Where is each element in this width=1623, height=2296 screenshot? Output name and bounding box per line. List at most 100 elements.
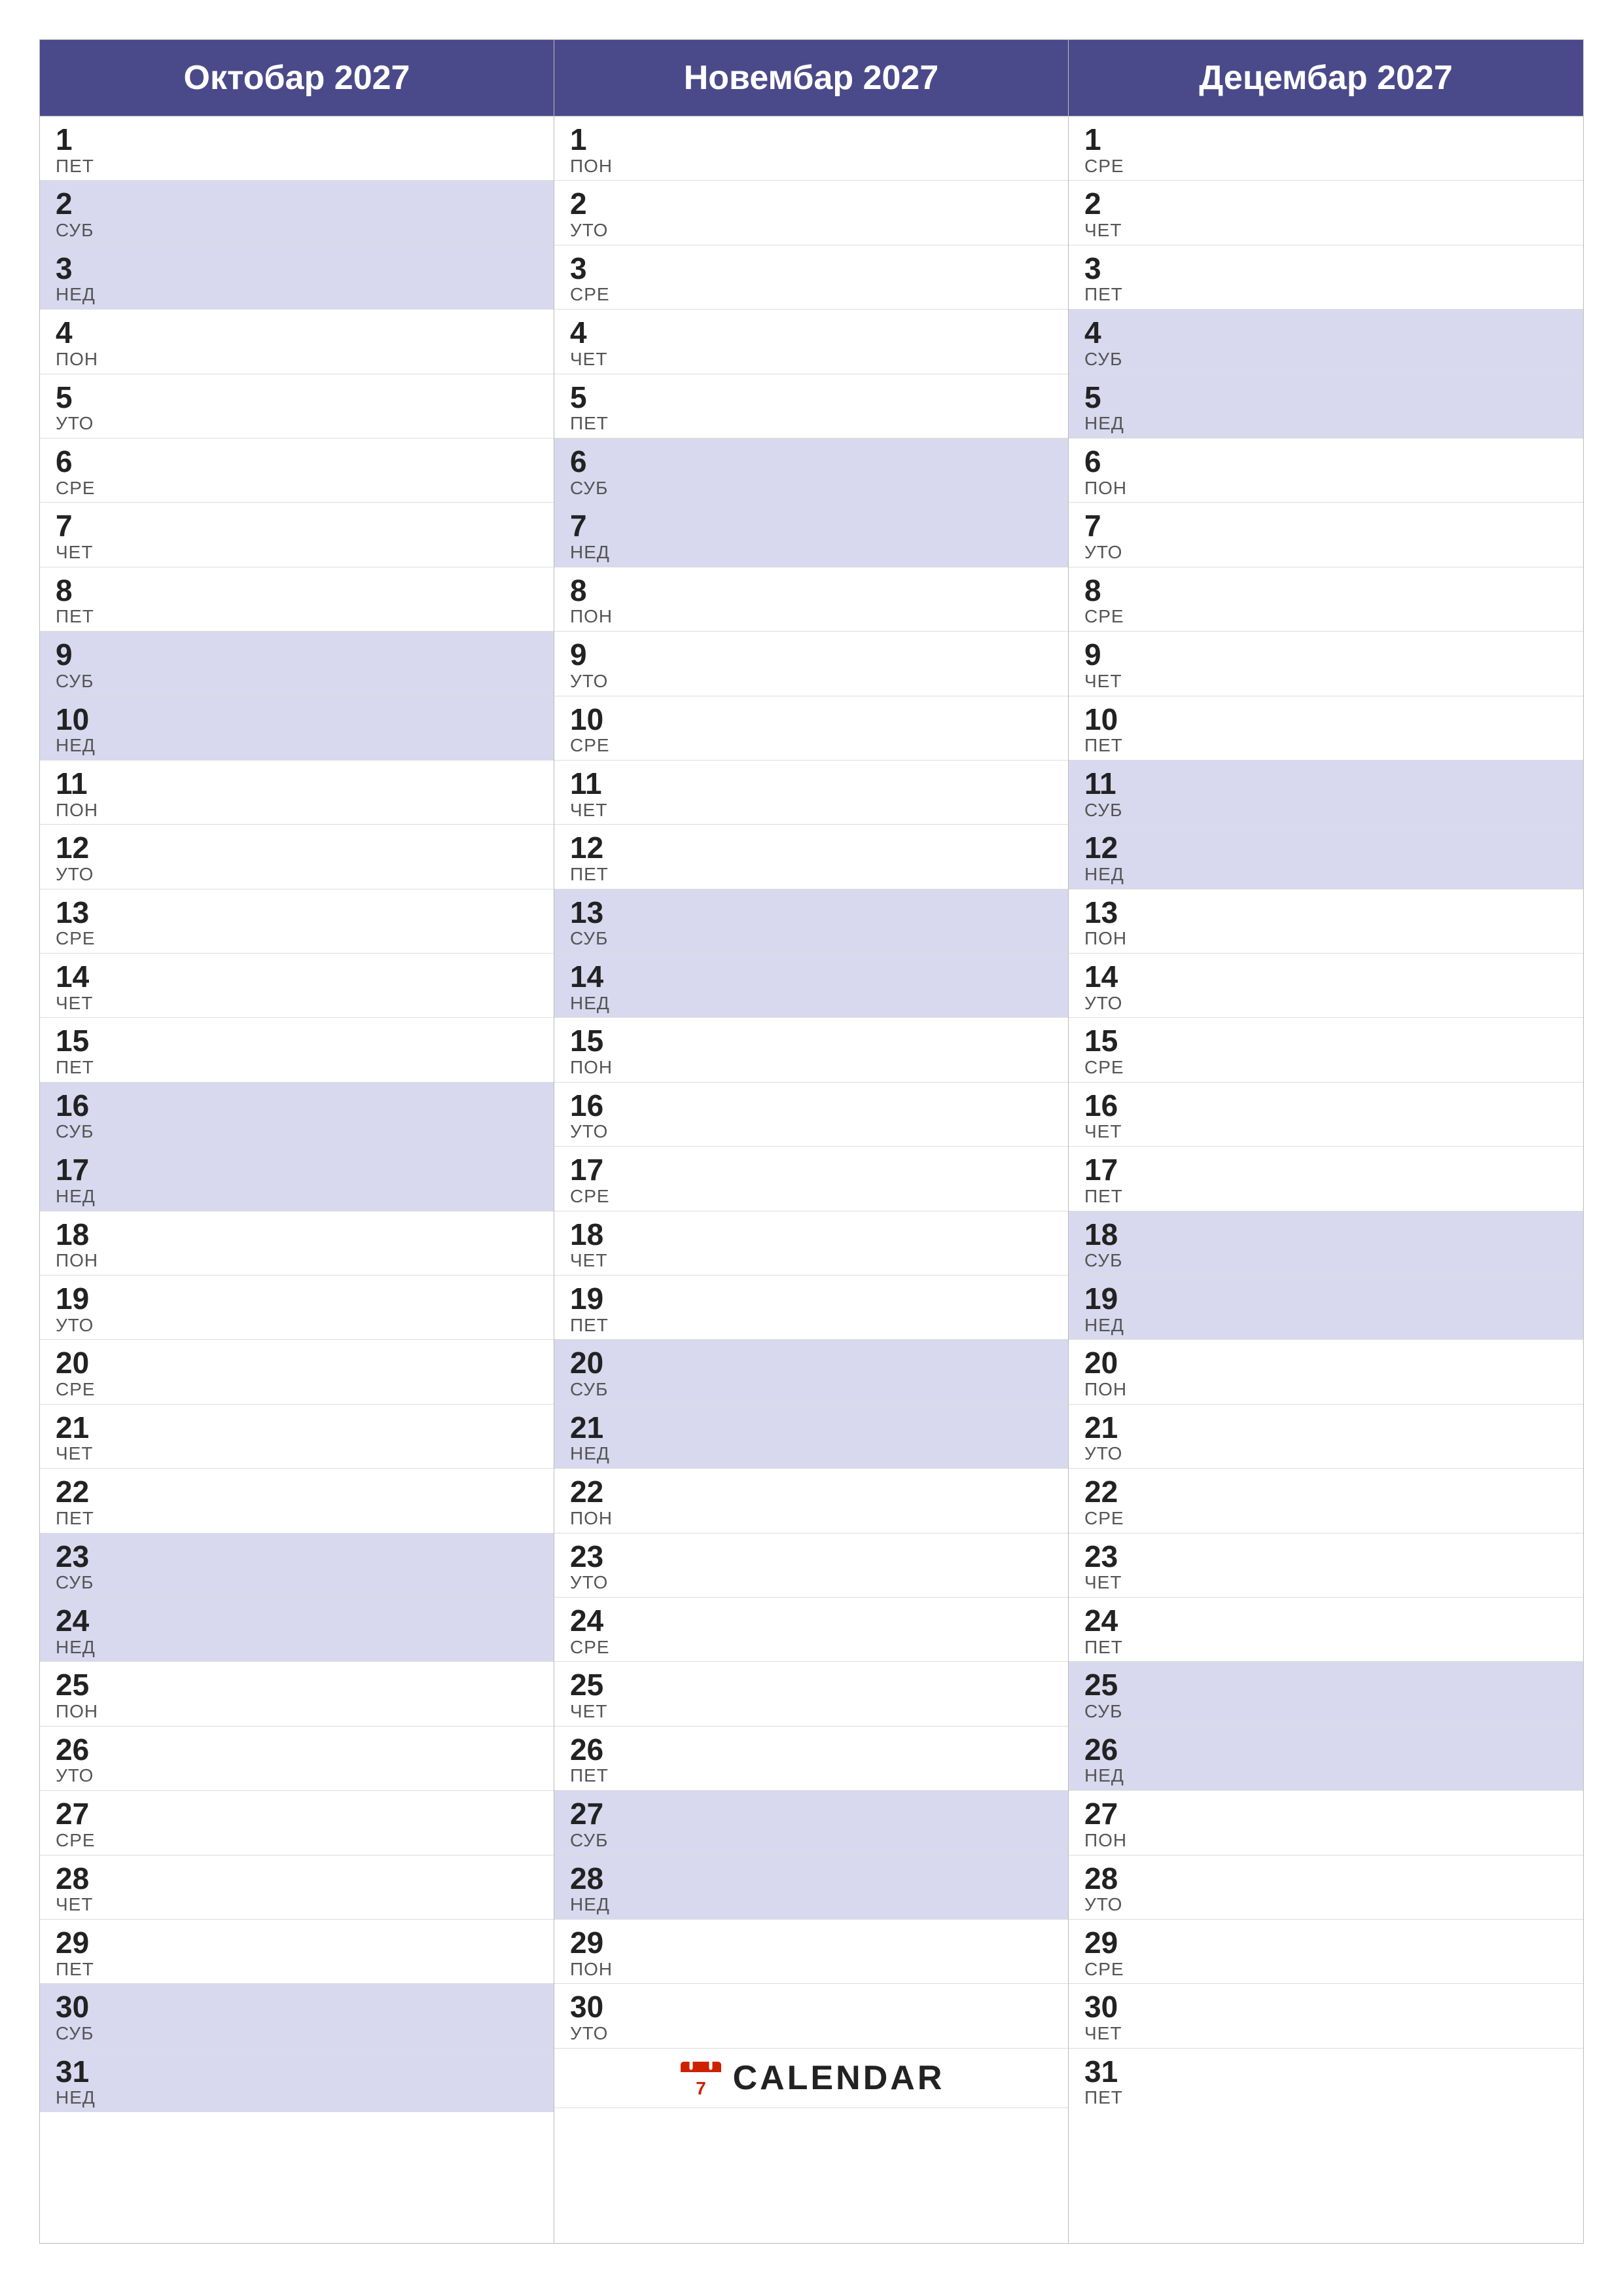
day-number: 24 bbox=[56, 1604, 538, 1638]
day-name: ЧЕТ bbox=[1084, 1573, 1567, 1593]
day-number: 15 bbox=[1084, 1024, 1567, 1058]
day-name: УТО bbox=[56, 414, 538, 434]
day-number: 7 bbox=[56, 509, 538, 543]
day-number: 20 bbox=[1084, 1346, 1567, 1380]
day-row-m1-d25: 26ПЕТ bbox=[554, 1727, 1068, 1791]
day-name: НЕД bbox=[56, 2088, 538, 2108]
day-name: ПОН bbox=[56, 350, 538, 370]
day-number: 31 bbox=[1084, 2055, 1567, 2089]
day-number: 26 bbox=[56, 1733, 538, 1767]
month-header-2: Децембар 2027 bbox=[1069, 40, 1583, 117]
day-row-m1-d12: 13СУБ bbox=[554, 889, 1068, 954]
day-name: НЕД bbox=[570, 994, 1052, 1014]
day-name: СУБ bbox=[570, 1831, 1052, 1851]
day-name: НЕД bbox=[1084, 1316, 1567, 1336]
day-row-m2-d27: 28УТО bbox=[1069, 1856, 1583, 1920]
day-row-m1-d29: 30УТО bbox=[554, 1984, 1068, 2048]
day-name: ПЕТ bbox=[1084, 1638, 1567, 1658]
day-number: 1 bbox=[1084, 123, 1567, 156]
day-number: 21 bbox=[1084, 1411, 1567, 1444]
day-name: НЕД bbox=[56, 736, 538, 756]
day-row-m0-d30: 31НЕД bbox=[40, 2049, 554, 2112]
day-name: УТО bbox=[56, 1766, 538, 1786]
day-number: 8 bbox=[570, 574, 1052, 607]
day-name: УТО bbox=[1084, 1895, 1567, 1915]
day-name: СУБ bbox=[1084, 1702, 1567, 1722]
day-number: 13 bbox=[570, 896, 1052, 929]
day-number: 7 bbox=[570, 509, 1052, 543]
day-name: НЕД bbox=[570, 1895, 1052, 1915]
day-number: 1 bbox=[570, 123, 1052, 156]
day-number: 9 bbox=[56, 638, 538, 672]
day-row-m0-d24: 25ПОН bbox=[40, 1662, 554, 1726]
day-row-m1-d19: 20СУБ bbox=[554, 1340, 1068, 1404]
day-name: СРЕ bbox=[1084, 1960, 1567, 1980]
day-row-m2-d30: 31ПЕТ bbox=[1069, 2049, 1583, 2112]
day-number: 29 bbox=[1084, 1926, 1567, 1960]
day-row-m0-d14: 15ПЕТ bbox=[40, 1018, 554, 1082]
day-number: 23 bbox=[570, 1540, 1052, 1573]
svg-text:7: 7 bbox=[696, 2078, 706, 2098]
day-row-m1-d5: 6СУБ bbox=[554, 439, 1068, 503]
day-name: УТО bbox=[570, 221, 1052, 241]
day-name: СУБ bbox=[570, 478, 1052, 499]
day-number: 2 bbox=[1084, 187, 1567, 221]
day-name: СРЕ bbox=[570, 285, 1052, 305]
day-row-m0-d4: 5УТО bbox=[40, 374, 554, 439]
day-number: 22 bbox=[570, 1475, 1052, 1509]
day-number: 16 bbox=[56, 1089, 538, 1122]
day-row-m1-d0: 1ПОН bbox=[554, 117, 1068, 181]
day-number: 5 bbox=[56, 381, 538, 414]
day-row-m2-d1: 2ЧЕТ bbox=[1069, 181, 1583, 245]
day-number: 9 bbox=[570, 638, 1052, 672]
day-row-m2-d15: 16ЧЕТ bbox=[1069, 1083, 1583, 1147]
day-number: 28 bbox=[1084, 1862, 1567, 1895]
day-name: ПОН bbox=[1084, 1831, 1567, 1851]
day-row-m0-d19: 20СРЕ bbox=[40, 1340, 554, 1404]
day-row-m0-d8: 9СУБ bbox=[40, 632, 554, 696]
day-number: 6 bbox=[1084, 445, 1567, 478]
day-number: 4 bbox=[1084, 316, 1567, 350]
day-name: СРЕ bbox=[1084, 1509, 1567, 1529]
day-row-m2-d9: 10ПЕТ bbox=[1069, 696, 1583, 761]
day-row-m2-d29: 30ЧЕТ bbox=[1069, 1984, 1583, 2048]
day-row-m2-d21: 22СРЕ bbox=[1069, 1469, 1583, 1533]
day-name: ЧЕТ bbox=[570, 350, 1052, 370]
day-name: УТО bbox=[570, 672, 1052, 692]
day-name: УТО bbox=[1084, 1444, 1567, 1464]
day-number: 2 bbox=[570, 187, 1052, 221]
day-name: ЧЕТ bbox=[1084, 221, 1567, 241]
calendar-grid: Октобар 20271ПЕТ2СУБ3НЕД4ПОН5УТО6СРЕ7ЧЕТ… bbox=[39, 39, 1584, 2244]
day-name: ПЕТ bbox=[570, 1316, 1052, 1336]
day-number: 10 bbox=[56, 703, 538, 736]
day-row-m1-d15: 16УТО bbox=[554, 1083, 1068, 1147]
day-name: СРЕ bbox=[56, 478, 538, 499]
day-number: 25 bbox=[570, 1668, 1052, 1702]
day-row-m1-d10: 11ЧЕТ bbox=[554, 761, 1068, 825]
day-row-m2-d20: 21УТО bbox=[1069, 1405, 1583, 1469]
day-number: 6 bbox=[570, 445, 1052, 478]
day-row-m0-d5: 6СРЕ bbox=[40, 439, 554, 503]
day-number: 26 bbox=[570, 1733, 1052, 1767]
day-number: 1 bbox=[56, 123, 538, 156]
month-column-1: Новембар 20271ПОН2УТО3СРЕ4ЧЕТ5ПЕТ6СУБ7НЕ… bbox=[554, 40, 1069, 2243]
day-row-m1-d9: 10СРЕ bbox=[554, 696, 1068, 761]
day-row-m1-d17: 18ЧЕТ bbox=[554, 1211, 1068, 1276]
day-row-m0-d20: 21ЧЕТ bbox=[40, 1405, 554, 1469]
day-name: СУБ bbox=[1084, 350, 1567, 370]
day-name: ПОН bbox=[1084, 929, 1567, 949]
day-row-m2-d2: 3ПЕТ bbox=[1069, 245, 1583, 310]
day-name: ЧЕТ bbox=[1084, 672, 1567, 692]
day-row-m0-d3: 4ПОН bbox=[40, 310, 554, 374]
day-number: 19 bbox=[570, 1282, 1052, 1316]
day-name: СРЕ bbox=[56, 929, 538, 949]
day-name: УТО bbox=[56, 865, 538, 885]
day-name: ЧЕТ bbox=[56, 1895, 538, 1915]
day-number: 18 bbox=[56, 1218, 538, 1251]
day-number: 19 bbox=[56, 1282, 538, 1316]
day-number: 6 bbox=[56, 445, 538, 478]
day-name: ПОН bbox=[570, 1058, 1052, 1078]
day-number: 11 bbox=[56, 767, 538, 800]
day-row-m0-d18: 19УТО bbox=[40, 1276, 554, 1340]
day-name: ЧЕТ bbox=[56, 1444, 538, 1464]
